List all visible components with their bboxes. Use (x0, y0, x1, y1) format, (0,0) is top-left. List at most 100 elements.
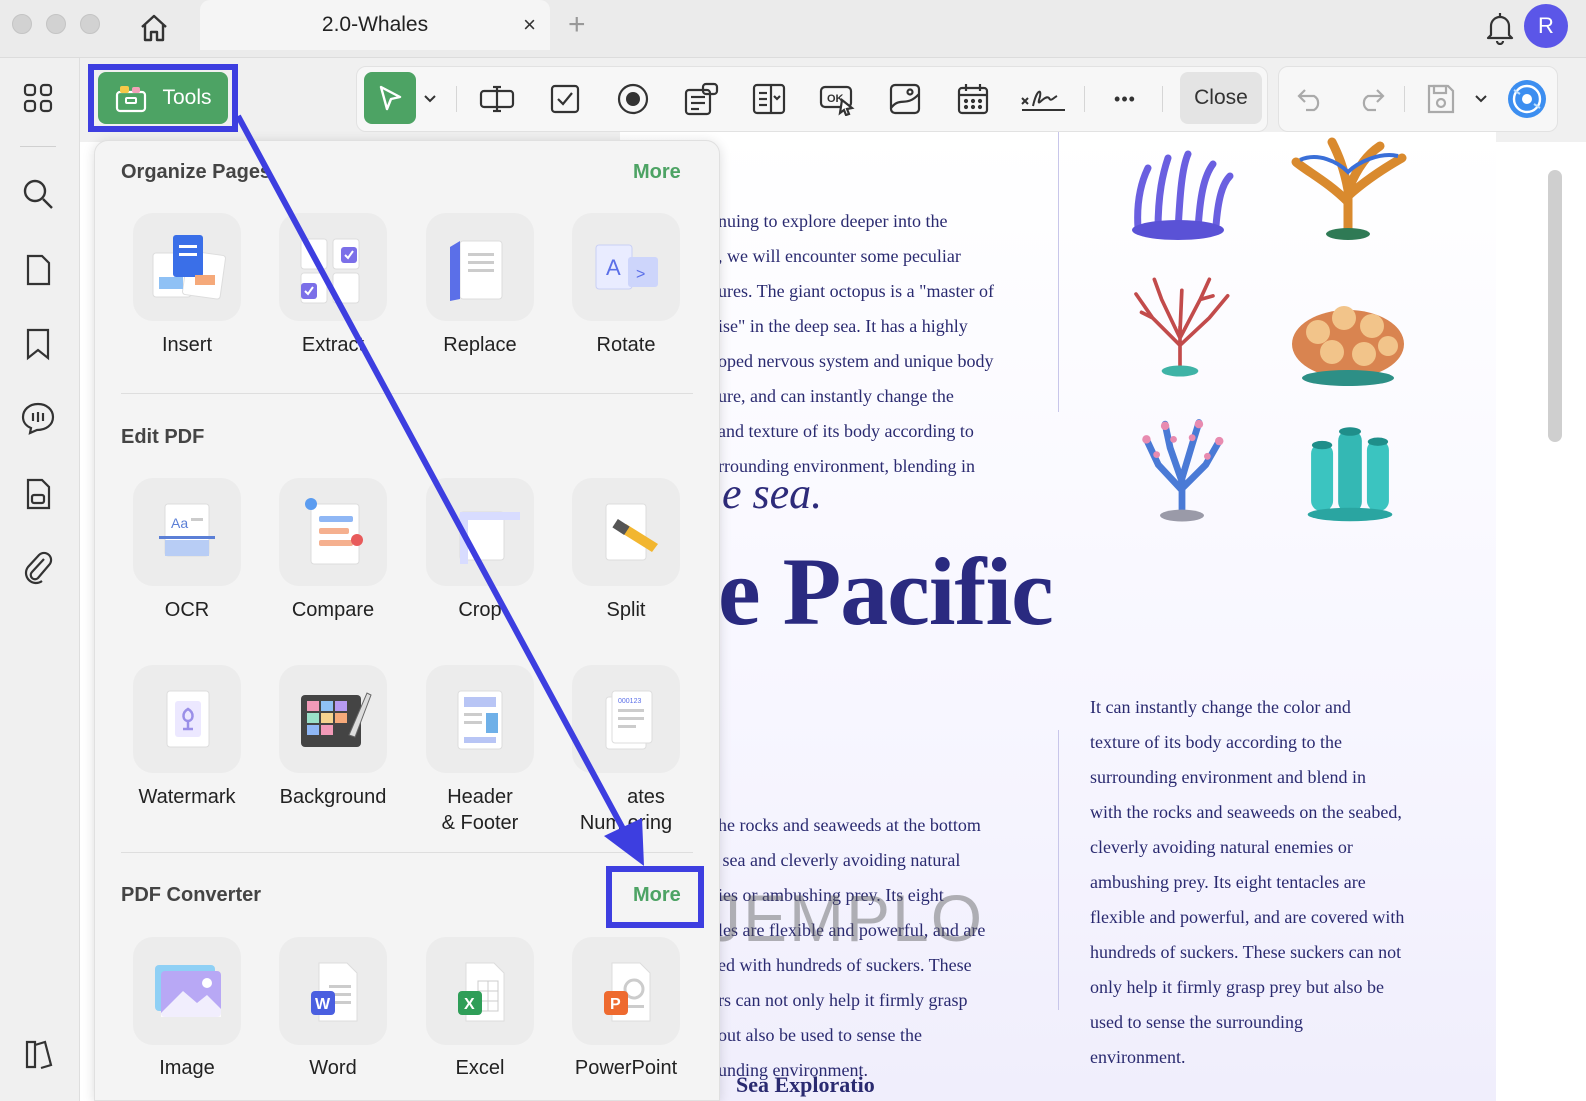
svg-text:>: > (636, 266, 645, 283)
date-field-tool[interactable] (948, 74, 998, 124)
svg-text:W: W (315, 996, 331, 1013)
search-icon[interactable] (18, 174, 58, 214)
comment-icon[interactable] (18, 398, 58, 438)
toolbar-divider (1084, 86, 1085, 112)
image-field-icon (889, 83, 921, 115)
redo-button[interactable] (1346, 74, 1396, 124)
ocr-icon: Aa (159, 503, 215, 557)
window-zoom-dot[interactable] (80, 14, 100, 34)
rotate-label: Rotate (596, 334, 656, 356)
background-label: Background (279, 786, 387, 808)
column-divider (1058, 730, 1059, 1010)
watermark-icon (166, 690, 210, 748)
select-dropdown-button[interactable] (418, 74, 442, 124)
watermark-tool-tile[interactable] (133, 665, 241, 773)
close-button[interactable]: Close (1180, 72, 1262, 124)
home-button[interactable] (132, 6, 176, 50)
document-tab[interactable]: 2.0-Whales × (200, 0, 550, 50)
doc-footer-heading: Sea Exploratio (736, 1072, 875, 1097)
doc-watermark: JEMPLO (708, 881, 985, 955)
bookmark-icon[interactable] (18, 324, 58, 364)
save-dropdown-button[interactable] (1468, 74, 1494, 124)
chevron-down-icon (1475, 95, 1487, 103)
replace-tool-tile[interactable] (426, 213, 534, 321)
list-box-icon (684, 82, 719, 116)
split-icon (605, 503, 658, 561)
column-divider (1058, 132, 1059, 412)
sidebar-toggle-icon[interactable] (18, 1034, 58, 1074)
tube-coral-illustration (1307, 427, 1393, 522)
radio-button-tool[interactable] (608, 74, 658, 124)
header-footer-label: Header & Footer (441, 786, 519, 834)
signature-tool[interactable] (1016, 74, 1070, 124)
bates-numbering-icon: 000123 (605, 690, 653, 750)
compare-tool-tile[interactable] (279, 478, 387, 586)
powerpoint-convert-tile[interactable]: P (572, 937, 680, 1045)
section-title-organize-pages: Organize Pages (121, 161, 272, 183)
ai-assistant-button[interactable] (1502, 74, 1552, 124)
ocr-tool-tile[interactable]: Aa (133, 478, 241, 586)
replace-pages-icon (450, 240, 503, 301)
header-footer-tool-tile[interactable] (426, 665, 534, 773)
word-convert-icon: W (311, 962, 358, 1022)
dropdown-field-icon (752, 83, 786, 115)
notifications-button[interactable] (1480, 6, 1520, 50)
save-button[interactable] (1416, 74, 1466, 124)
extract-tool-tile[interactable] (279, 213, 387, 321)
new-tab-button[interactable]: + (568, 8, 586, 42)
image-convert-icon (155, 965, 221, 1017)
more-tools-button[interactable]: ••• (1100, 74, 1150, 124)
text-field-icon (479, 85, 515, 113)
bates-numbering-tool-tile[interactable]: 000123 (572, 665, 680, 773)
split-tool-tile[interactable] (572, 478, 680, 586)
select-tool-button[interactable] (364, 72, 416, 124)
undo-button[interactable] (1286, 74, 1336, 124)
checkbox-tool[interactable] (540, 74, 590, 124)
text-field-tool[interactable] (472, 74, 522, 124)
doc-heading-pacific: e Pacific (718, 538, 1054, 645)
undo-icon (1297, 89, 1320, 112)
bell-icon (1486, 13, 1514, 45)
date-field-icon (957, 84, 989, 115)
excel-convert-tile[interactable]: X (426, 937, 534, 1045)
organize-pages-more-link[interactable]: More (633, 161, 681, 184)
grid-icon[interactable] (18, 78, 58, 118)
ok-button-tool[interactable]: OK (812, 74, 862, 124)
toolbar-divider (1404, 86, 1405, 112)
window-minimize-dot[interactable] (46, 14, 66, 34)
page-icon[interactable] (18, 250, 58, 290)
extract-label: Extract (301, 334, 365, 356)
section-divider (121, 393, 693, 394)
cup-coral-illustration (1292, 306, 1404, 386)
title-bar: 2.0-Whales × + R (0, 0, 1586, 58)
document-scrollbar[interactable] (1548, 170, 1562, 442)
svg-text:Aa: Aa (171, 515, 188, 531)
toolbar-divider (1162, 86, 1163, 112)
tab-close-button[interactable]: × (523, 12, 536, 38)
avatar[interactable]: R (1524, 4, 1568, 48)
background-tool-tile[interactable] (279, 665, 387, 773)
form-icon[interactable] (18, 474, 58, 514)
compare-icon (305, 498, 363, 565)
toolbar-divider (456, 86, 457, 112)
insert-tool-tile[interactable] (133, 213, 241, 321)
select-cursor-icon (379, 85, 402, 111)
crop-tool-tile[interactable] (426, 478, 534, 586)
background-icon (301, 692, 372, 747)
word-convert-tile[interactable]: W (279, 937, 387, 1045)
tools-highlight-box (88, 64, 238, 132)
image-field-tool[interactable] (880, 74, 930, 124)
bates-numbering-label: ates Num ering (579, 786, 673, 834)
section-title-pdf-converter: PDF Converter (121, 884, 262, 906)
image-convert-tile[interactable] (133, 937, 241, 1045)
attachment-icon[interactable] (18, 548, 58, 588)
dropdown-field-tool[interactable] (744, 74, 794, 124)
excel-convert-icon: X (458, 962, 505, 1022)
rotate-tool-tile[interactable]: A > (572, 213, 680, 321)
list-box-tool[interactable] (676, 74, 726, 124)
crop-label: Crop (458, 599, 502, 621)
ocr-label: OCR (164, 599, 210, 621)
window-close-dot[interactable] (12, 14, 32, 34)
watermark-label: Watermark (138, 786, 236, 808)
chevron-down-icon (424, 95, 436, 103)
